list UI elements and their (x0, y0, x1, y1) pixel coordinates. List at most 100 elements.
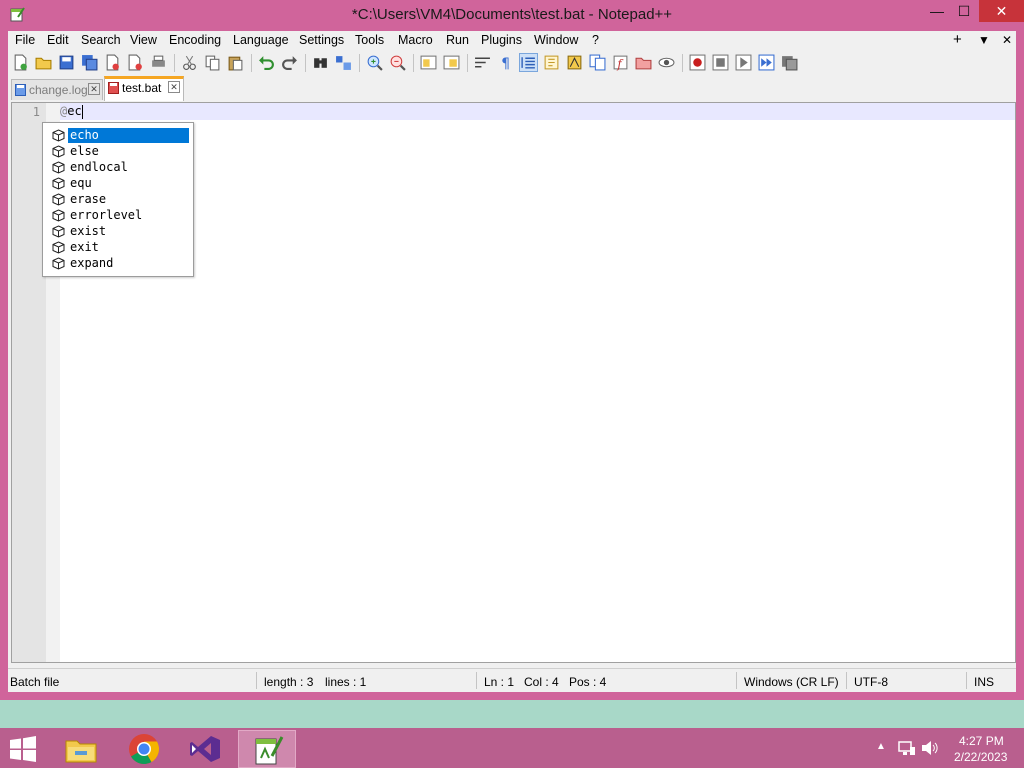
undo-icon[interactable] (258, 54, 275, 71)
cube-icon (52, 257, 65, 270)
taskbar-visual-studio[interactable] (180, 730, 230, 768)
save-all-icon[interactable] (81, 54, 98, 71)
status-separator (846, 672, 847, 689)
close-button[interactable]: ✕ (979, 0, 1024, 22)
new-tab-button[interactable]: + (953, 31, 962, 48)
maximize-button[interactable]: ☐ (950, 0, 978, 22)
word-wrap-icon[interactable] (474, 54, 491, 71)
menu-file[interactable]: File (15, 33, 35, 47)
menu-plugins[interactable]: Plugins (481, 33, 522, 47)
function-list-icon[interactable]: f (612, 54, 629, 71)
autocomplete-item[interactable]: erase (50, 191, 190, 207)
menu-search[interactable]: Search (81, 33, 121, 47)
folder-as-workspace-icon[interactable] (635, 54, 652, 71)
run-macro-multiple-icon[interactable] (758, 54, 775, 71)
monitoring-icon[interactable] (658, 54, 675, 71)
doc-list-icon[interactable] (589, 54, 606, 71)
menu-language[interactable]: Language (233, 33, 289, 47)
menu-run[interactable]: Run (446, 33, 469, 47)
file-saved-icon (15, 84, 26, 96)
menu-edit[interactable]: Edit (47, 33, 69, 47)
menu-help[interactable]: ? (592, 33, 599, 47)
tab-label: change.log (29, 83, 88, 97)
cube-icon (52, 161, 65, 174)
autocomplete-item[interactable]: expand (50, 255, 190, 271)
status-eol[interactable]: Windows (CR LF) (744, 675, 839, 689)
autocomplete-item[interactable]: exist (50, 223, 190, 239)
taskbar-chrome[interactable] (120, 730, 168, 768)
taskbar-file-explorer[interactable] (56, 730, 106, 768)
save-macro-icon[interactable] (781, 54, 798, 71)
autocomplete-item[interactable]: exit (50, 239, 190, 255)
chrome-icon (129, 734, 160, 765)
status-insert-mode[interactable]: INS (974, 675, 994, 689)
tab-close-button[interactable]: ✕ (88, 83, 100, 95)
line-number-margin: 1 (12, 103, 46, 662)
menu-settings[interactable]: Settings (299, 33, 344, 47)
save-icon[interactable] (58, 54, 75, 71)
autocomplete-item[interactable]: else (50, 143, 190, 159)
autocomplete-item[interactable]: errorlevel (50, 207, 190, 223)
menu-macro[interactable]: Macro (398, 33, 433, 47)
find-icon[interactable] (312, 54, 329, 71)
print-icon[interactable] (150, 54, 167, 71)
status-file-type: Batch file (10, 675, 60, 689)
network-icon[interactable] (898, 740, 916, 756)
menu-view[interactable]: View (130, 33, 157, 47)
tab-change-log[interactable]: change.log ✕ (11, 79, 103, 100)
notepadpp-window: *C:\Users\VM4\Documents\test.bat - Notep… (0, 0, 1024, 700)
windows-start-icon[interactable] (8, 736, 38, 762)
tab-test-bat[interactable]: test.bat ✕ (104, 76, 184, 101)
close-all-icon[interactable] (127, 54, 144, 71)
text-caret (81, 104, 83, 119)
record-macro-icon[interactable] (689, 54, 706, 71)
window-title: *C:\Users\VM4\Documents\test.bat - Notep… (351, 6, 673, 23)
menu-encoding[interactable]: Encoding (169, 33, 221, 47)
open-file-icon[interactable] (35, 54, 52, 71)
new-file-icon[interactable] (12, 54, 29, 71)
taskbar-notepadpp[interactable] (238, 730, 296, 768)
autocomplete-item[interactable]: echo (50, 127, 190, 143)
clock-date[interactable]: 2/22/2023 (954, 750, 1007, 764)
paste-icon[interactable] (227, 54, 244, 71)
play-macro-icon[interactable] (735, 54, 752, 71)
line-number: 1 (32, 105, 40, 119)
status-encoding[interactable]: UTF-8 (854, 675, 888, 689)
doc-map-icon[interactable] (566, 54, 583, 71)
copy-icon[interactable] (204, 54, 221, 71)
sync-vertical-icon[interactable] (420, 54, 437, 71)
clock-time[interactable]: 4:27 PM (959, 734, 1004, 748)
indent-guide-icon[interactable] (519, 53, 538, 72)
autocomplete-label: errorlevel (70, 208, 143, 222)
minimize-button[interactable]: — (922, 0, 952, 22)
title-bar[interactable]: *C:\Users\VM4\Documents\test.bat - Notep… (0, 0, 1024, 31)
autocomplete-item[interactable]: endlocal (50, 159, 190, 175)
redo-icon[interactable] (281, 54, 298, 71)
code-line[interactable]: @ec (60, 104, 83, 119)
menu-window[interactable]: Window (534, 33, 578, 47)
close-file-icon[interactable] (104, 54, 121, 71)
cut-icon[interactable] (181, 54, 198, 71)
autocomplete-list[interactable]: echo else endlocal equ erase errorlevel … (42, 122, 194, 277)
status-ln: Ln : 1 (484, 675, 515, 689)
zoom-out-icon[interactable] (389, 54, 406, 71)
visual-studio-icon (190, 736, 220, 762)
autocomplete-label: exist (70, 224, 107, 238)
cube-icon (52, 241, 65, 254)
volume-icon[interactable] (921, 740, 939, 756)
zoom-in-icon[interactable] (366, 54, 383, 71)
show-hidden-icons-icon[interactable]: ▲ (876, 741, 886, 752)
close-document-button[interactable]: ✕ (1002, 33, 1012, 47)
show-all-characters-icon[interactable]: ¶ (497, 54, 514, 71)
replace-icon[interactable] (335, 54, 352, 71)
user-defined-language-icon[interactable] (543, 54, 560, 71)
tab-list-dropdown[interactable]: ▼ (978, 33, 990, 47)
svg-text:¶: ¶ (501, 56, 510, 71)
tab-close-button[interactable]: ✕ (168, 81, 180, 93)
file-explorer-icon (65, 740, 97, 763)
menu-tools[interactable]: Tools (355, 33, 384, 47)
autocomplete-item[interactable]: equ (50, 175, 190, 191)
tab-bar: change.log ✕ test.bat ✕ (8, 76, 1016, 101)
stop-recording-icon[interactable] (712, 54, 729, 71)
sync-horizontal-icon[interactable] (443, 54, 460, 71)
